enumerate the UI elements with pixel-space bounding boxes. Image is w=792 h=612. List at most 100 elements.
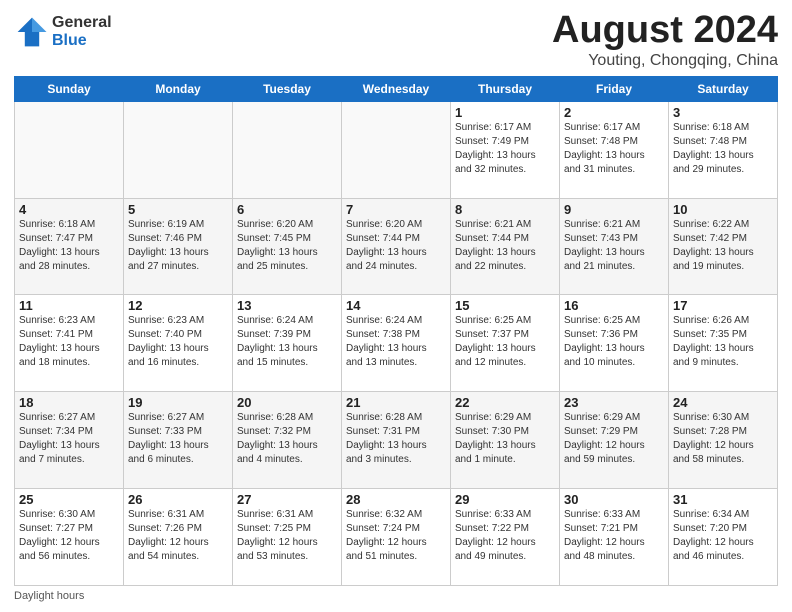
day-number: 8 <box>455 202 555 217</box>
day-number: 2 <box>564 105 664 120</box>
day-number: 9 <box>564 202 664 217</box>
calendar-week-5: 25Sunrise: 6:30 AM Sunset: 7:27 PM Dayli… <box>15 489 778 586</box>
day-info: Sunrise: 6:28 AM Sunset: 7:31 PM Dayligh… <box>346 411 446 467</box>
calendar-cell: 11Sunrise: 6:23 AM Sunset: 7:41 PM Dayli… <box>15 295 124 392</box>
col-header-saturday: Saturday <box>669 76 778 101</box>
day-info: Sunrise: 6:25 AM Sunset: 7:36 PM Dayligh… <box>564 314 664 370</box>
day-info: Sunrise: 6:20 AM Sunset: 7:44 PM Dayligh… <box>346 218 446 274</box>
calendar-cell: 15Sunrise: 6:25 AM Sunset: 7:37 PM Dayli… <box>451 295 560 392</box>
day-info: Sunrise: 6:26 AM Sunset: 7:35 PM Dayligh… <box>673 314 773 370</box>
day-info: Sunrise: 6:31 AM Sunset: 7:25 PM Dayligh… <box>237 508 337 564</box>
day-info: Sunrise: 6:27 AM Sunset: 7:34 PM Dayligh… <box>19 411 119 467</box>
day-info: Sunrise: 6:27 AM Sunset: 7:33 PM Dayligh… <box>128 411 228 467</box>
day-info: Sunrise: 6:29 AM Sunset: 7:30 PM Dayligh… <box>455 411 555 467</box>
day-info: Sunrise: 6:20 AM Sunset: 7:45 PM Dayligh… <box>237 218 337 274</box>
calendar-cell: 20Sunrise: 6:28 AM Sunset: 7:32 PM Dayli… <box>233 392 342 489</box>
logo-icon <box>14 14 50 50</box>
calendar-cell: 27Sunrise: 6:31 AM Sunset: 7:25 PM Dayli… <box>233 489 342 586</box>
calendar-cell <box>15 101 124 198</box>
footer-note: Daylight hours <box>14 590 778 602</box>
day-info: Sunrise: 6:18 AM Sunset: 7:47 PM Dayligh… <box>19 218 119 274</box>
day-number: 13 <box>237 298 337 313</box>
calendar-cell: 28Sunrise: 6:32 AM Sunset: 7:24 PM Dayli… <box>342 489 451 586</box>
col-header-monday: Monday <box>124 76 233 101</box>
day-number: 11 <box>19 298 119 313</box>
day-info: Sunrise: 6:17 AM Sunset: 7:48 PM Dayligh… <box>564 121 664 177</box>
title-block: August 2024 Youting, Chongqing, China <box>552 10 778 70</box>
day-number: 6 <box>237 202 337 217</box>
day-number: 4 <box>19 202 119 217</box>
day-number: 23 <box>564 395 664 410</box>
day-number: 28 <box>346 492 446 507</box>
day-number: 3 <box>673 105 773 120</box>
calendar-cell: 16Sunrise: 6:25 AM Sunset: 7:36 PM Dayli… <box>560 295 669 392</box>
day-info: Sunrise: 6:33 AM Sunset: 7:22 PM Dayligh… <box>455 508 555 564</box>
calendar-week-3: 11Sunrise: 6:23 AM Sunset: 7:41 PM Dayli… <box>15 295 778 392</box>
day-info: Sunrise: 6:21 AM Sunset: 7:43 PM Dayligh… <box>564 218 664 274</box>
day-info: Sunrise: 6:25 AM Sunset: 7:37 PM Dayligh… <box>455 314 555 370</box>
day-number: 14 <box>346 298 446 313</box>
calendar-cell: 1Sunrise: 6:17 AM Sunset: 7:49 PM Daylig… <box>451 101 560 198</box>
logo-general-text: General <box>52 14 112 32</box>
day-number: 20 <box>237 395 337 410</box>
day-number: 30 <box>564 492 664 507</box>
calendar-cell <box>233 101 342 198</box>
calendar-cell: 7Sunrise: 6:20 AM Sunset: 7:44 PM Daylig… <box>342 198 451 295</box>
page: General Blue August 2024 Youting, Chongq… <box>0 0 792 612</box>
col-header-friday: Friday <box>560 76 669 101</box>
calendar-cell: 12Sunrise: 6:23 AM Sunset: 7:40 PM Dayli… <box>124 295 233 392</box>
day-info: Sunrise: 6:32 AM Sunset: 7:24 PM Dayligh… <box>346 508 446 564</box>
calendar-cell: 2Sunrise: 6:17 AM Sunset: 7:48 PM Daylig… <box>560 101 669 198</box>
day-number: 17 <box>673 298 773 313</box>
day-number: 10 <box>673 202 773 217</box>
day-number: 7 <box>346 202 446 217</box>
day-info: Sunrise: 6:23 AM Sunset: 7:40 PM Dayligh… <box>128 314 228 370</box>
header: General Blue August 2024 Youting, Chongq… <box>14 10 778 70</box>
calendar-cell: 31Sunrise: 6:34 AM Sunset: 7:20 PM Dayli… <box>669 489 778 586</box>
day-number: 12 <box>128 298 228 313</box>
title-month: August 2024 <box>552 10 778 52</box>
calendar-cell: 30Sunrise: 6:33 AM Sunset: 7:21 PM Dayli… <box>560 489 669 586</box>
calendar-table: SundayMondayTuesdayWednesdayThursdayFrid… <box>14 76 778 586</box>
calendar-cell: 29Sunrise: 6:33 AM Sunset: 7:22 PM Dayli… <box>451 489 560 586</box>
day-number: 29 <box>455 492 555 507</box>
calendar-cell: 14Sunrise: 6:24 AM Sunset: 7:38 PM Dayli… <box>342 295 451 392</box>
day-info: Sunrise: 6:33 AM Sunset: 7:21 PM Dayligh… <box>564 508 664 564</box>
day-number: 19 <box>128 395 228 410</box>
calendar-header-row: SundayMondayTuesdayWednesdayThursdayFrid… <box>15 76 778 101</box>
calendar-cell <box>342 101 451 198</box>
day-info: Sunrise: 6:31 AM Sunset: 7:26 PM Dayligh… <box>128 508 228 564</box>
day-info: Sunrise: 6:22 AM Sunset: 7:42 PM Dayligh… <box>673 218 773 274</box>
day-number: 21 <box>346 395 446 410</box>
day-info: Sunrise: 6:30 AM Sunset: 7:28 PM Dayligh… <box>673 411 773 467</box>
day-info: Sunrise: 6:21 AM Sunset: 7:44 PM Dayligh… <box>455 218 555 274</box>
calendar-cell: 21Sunrise: 6:28 AM Sunset: 7:31 PM Dayli… <box>342 392 451 489</box>
day-number: 31 <box>673 492 773 507</box>
calendar-week-1: 1Sunrise: 6:17 AM Sunset: 7:49 PM Daylig… <box>15 101 778 198</box>
calendar-cell: 19Sunrise: 6:27 AM Sunset: 7:33 PM Dayli… <box>124 392 233 489</box>
day-number: 5 <box>128 202 228 217</box>
calendar-cell: 10Sunrise: 6:22 AM Sunset: 7:42 PM Dayli… <box>669 198 778 295</box>
day-info: Sunrise: 6:19 AM Sunset: 7:46 PM Dayligh… <box>128 218 228 274</box>
day-number: 16 <box>564 298 664 313</box>
calendar-cell: 17Sunrise: 6:26 AM Sunset: 7:35 PM Dayli… <box>669 295 778 392</box>
logo-text: General Blue <box>52 14 112 49</box>
calendar-cell: 8Sunrise: 6:21 AM Sunset: 7:44 PM Daylig… <box>451 198 560 295</box>
logo: General Blue <box>14 14 112 50</box>
day-info: Sunrise: 6:24 AM Sunset: 7:38 PM Dayligh… <box>346 314 446 370</box>
calendar-week-2: 4Sunrise: 6:18 AM Sunset: 7:47 PM Daylig… <box>15 198 778 295</box>
day-info: Sunrise: 6:30 AM Sunset: 7:27 PM Dayligh… <box>19 508 119 564</box>
day-number: 1 <box>455 105 555 120</box>
day-info: Sunrise: 6:28 AM Sunset: 7:32 PM Dayligh… <box>237 411 337 467</box>
calendar-cell <box>124 101 233 198</box>
calendar-cell: 3Sunrise: 6:18 AM Sunset: 7:48 PM Daylig… <box>669 101 778 198</box>
day-info: Sunrise: 6:18 AM Sunset: 7:48 PM Dayligh… <box>673 121 773 177</box>
calendar-cell: 4Sunrise: 6:18 AM Sunset: 7:47 PM Daylig… <box>15 198 124 295</box>
col-header-tuesday: Tuesday <box>233 76 342 101</box>
logo-blue-text: Blue <box>52 32 112 50</box>
calendar-cell: 6Sunrise: 6:20 AM Sunset: 7:45 PM Daylig… <box>233 198 342 295</box>
day-number: 15 <box>455 298 555 313</box>
calendar-cell: 5Sunrise: 6:19 AM Sunset: 7:46 PM Daylig… <box>124 198 233 295</box>
day-number: 27 <box>237 492 337 507</box>
day-info: Sunrise: 6:24 AM Sunset: 7:39 PM Dayligh… <box>237 314 337 370</box>
